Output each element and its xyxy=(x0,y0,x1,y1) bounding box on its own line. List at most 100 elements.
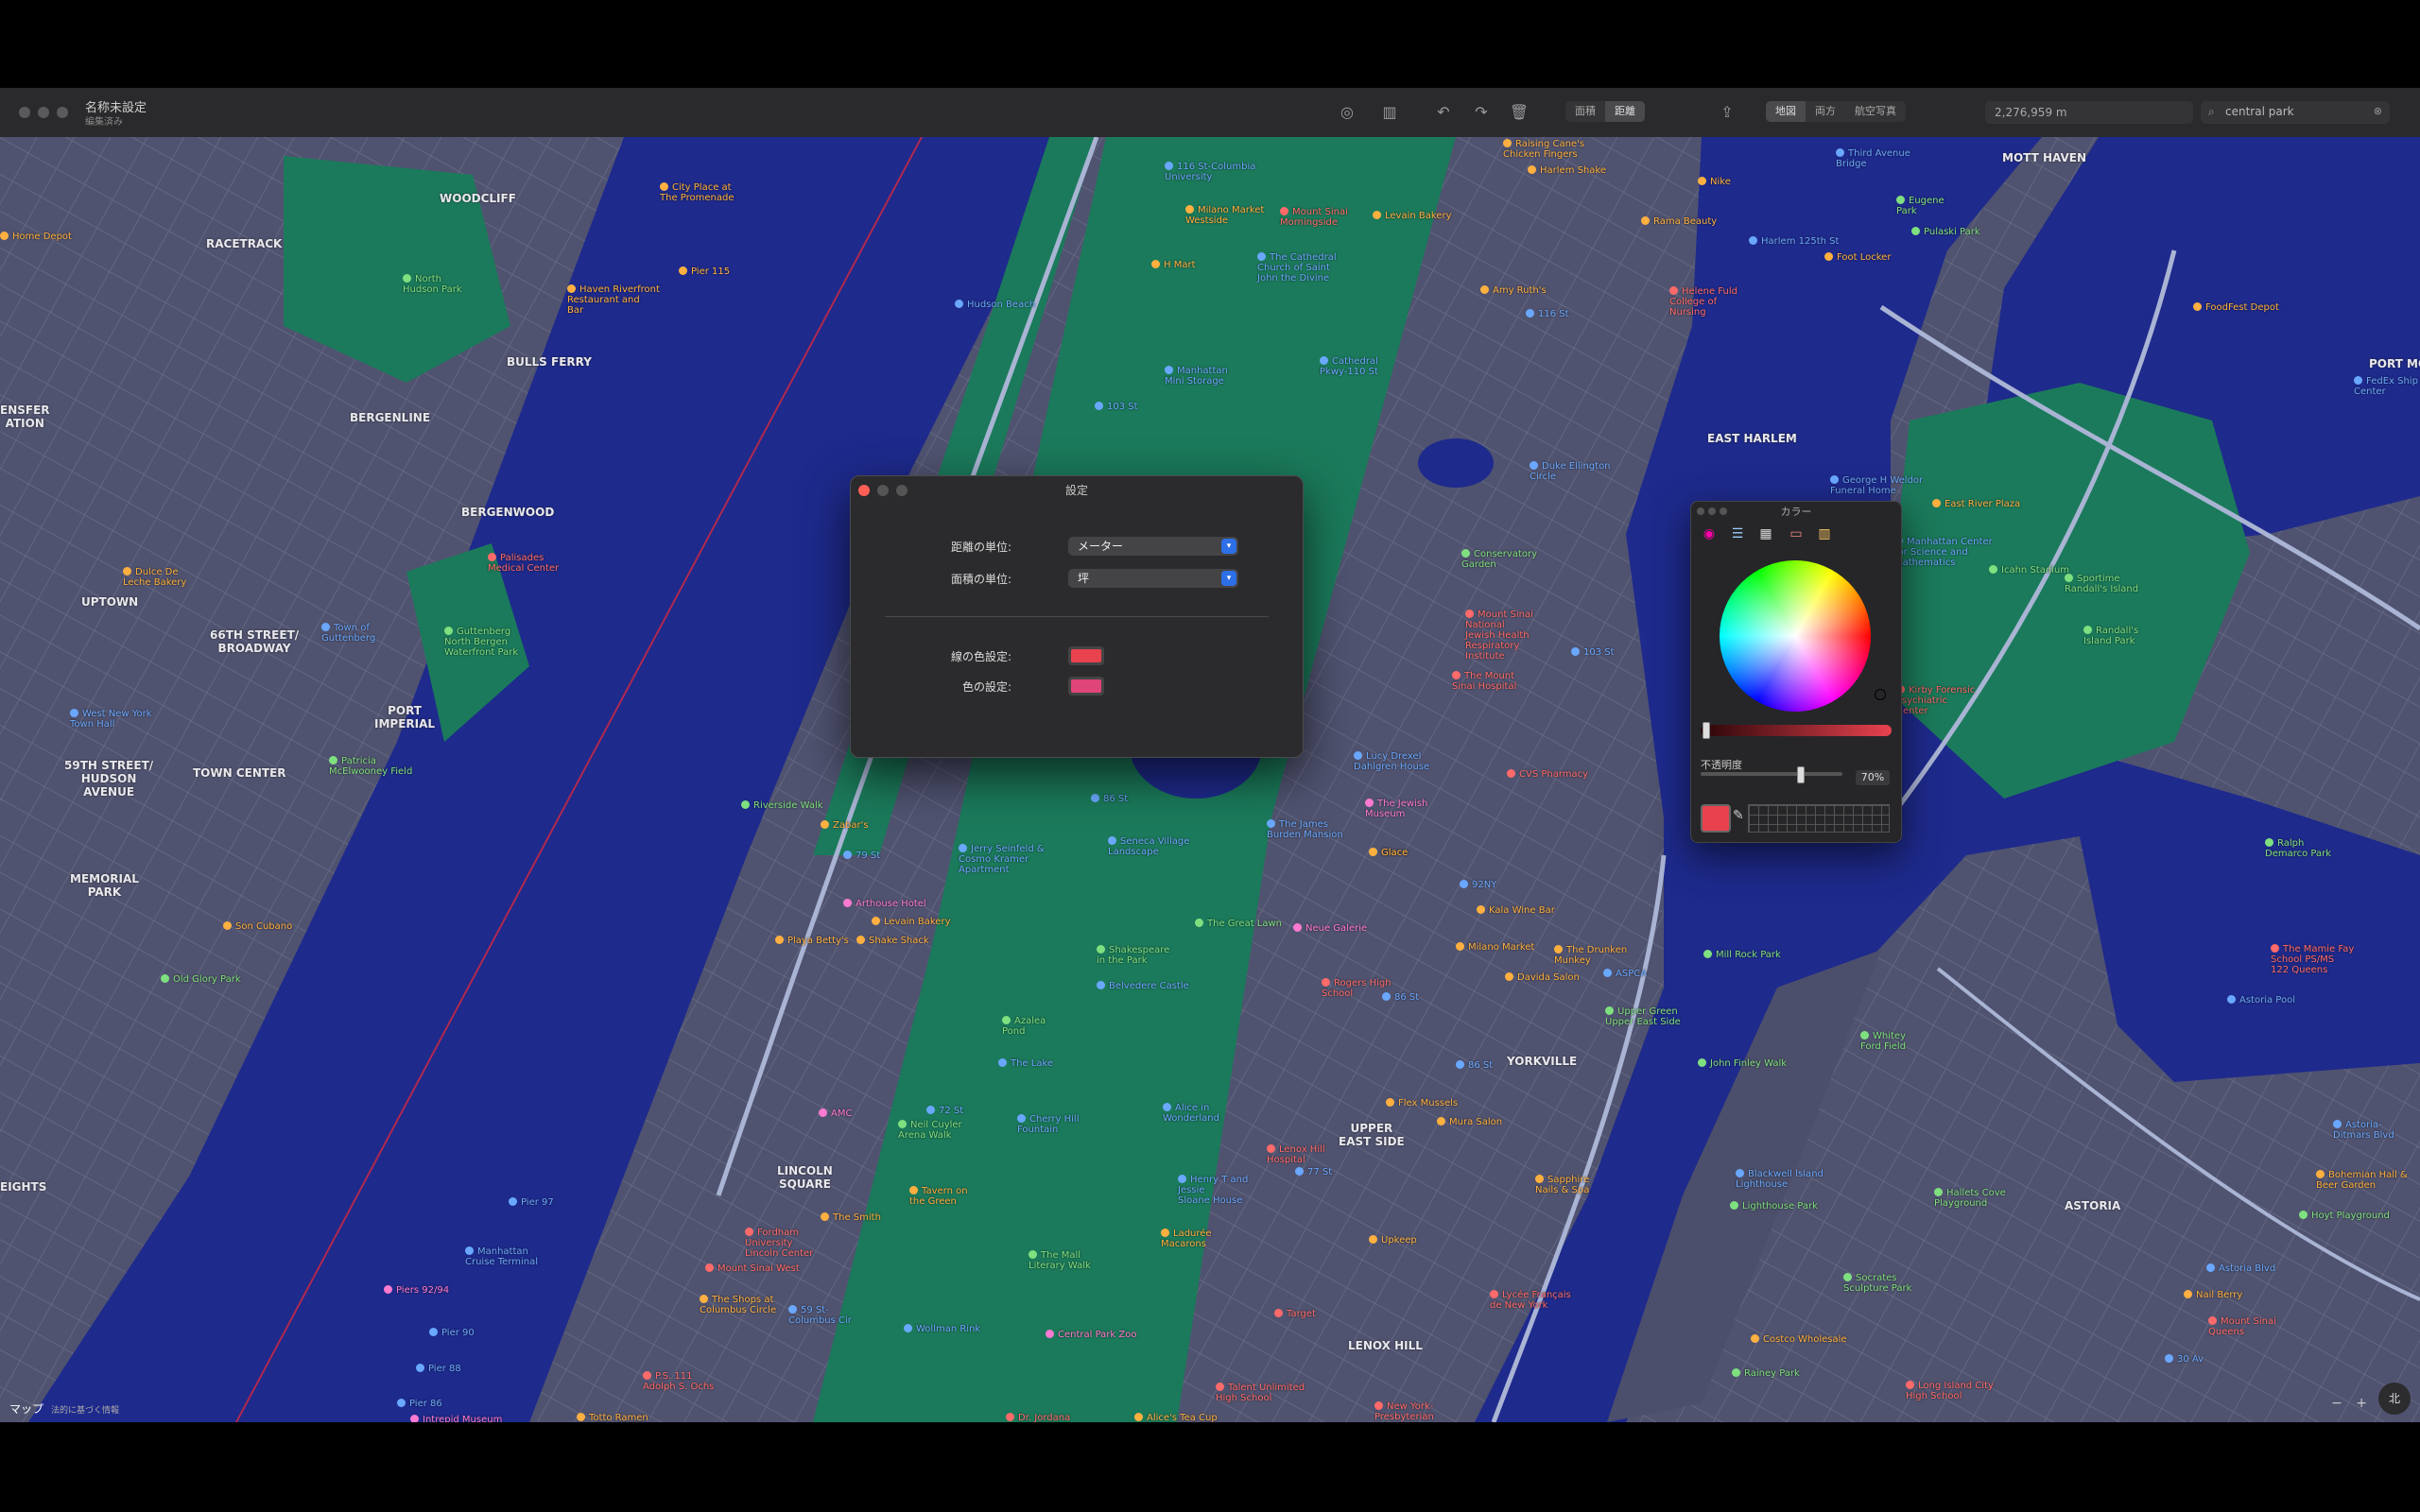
opacity-field[interactable]: 70% xyxy=(1856,770,1890,785)
poi-the-jewish-museum[interactable]: The Jewish Museum xyxy=(1365,799,1427,819)
fill-color-well[interactable] xyxy=(1068,677,1104,696)
poi-guttenberg-north-bergen-waterfront-park[interactable]: Guttenberg North Bergen Waterfront Park xyxy=(444,627,518,658)
poi-86-st[interactable]: 86 St xyxy=(1382,992,1419,1003)
poi-ladur-e-macarons[interactable]: Ladurée Macarons xyxy=(1161,1228,1212,1249)
poi-sportime-randall-s-island[interactable]: Sportime Randall's Island xyxy=(2065,574,2138,594)
poi-city-place-at-the-promenade[interactable]: City Place at The Promenade xyxy=(660,182,735,203)
poi-manhattan-center-for-science-and-mathematics[interactable]: Manhattan Center for Science and Mathema… xyxy=(1894,537,1993,568)
share-icon[interactable]: ⇪ xyxy=(1713,99,1741,124)
poi-levain-bakery[interactable]: Levain Bakery xyxy=(1373,211,1452,221)
poi-flex-mussels[interactable]: Flex Mussels xyxy=(1386,1098,1458,1108)
poi-neue-galerie[interactable]: Neue Galerie xyxy=(1293,923,1367,934)
map-type-segmented[interactable]: 地図 両方 航空写真 xyxy=(1766,101,1906,122)
search-field[interactable]: ⌕ central park ⊗ xyxy=(2201,101,2390,124)
poi-central-park-zoo[interactable]: Central Park Zoo xyxy=(1046,1330,1136,1340)
poi-costco-wholesale[interactable]: Costco Wholesale xyxy=(1751,1334,1847,1345)
poi-seneca-village-landscape[interactable]: Seneca Village Landscape xyxy=(1108,836,1189,857)
poi-lucy-drexel-dahlgren-house[interactable]: Lucy Drexel Dahlgren House xyxy=(1354,751,1429,772)
poi-72-st[interactable]: 72 St xyxy=(926,1106,963,1116)
poi-the-mall-literary-walk[interactable]: The Mall Literary Walk xyxy=(1028,1250,1091,1271)
poi-77-st[interactable]: 77 St xyxy=(1295,1167,1332,1177)
poi-dr-jordana[interactable]: Dr. Jordana xyxy=(1006,1413,1070,1422)
poi-duke-ellington-circle[interactable]: Duke Ellington Circle xyxy=(1530,461,1611,482)
poi-the-lake[interactable]: The Lake xyxy=(998,1058,1053,1069)
eyedropper-icon[interactable]: ✎ xyxy=(1733,808,1744,823)
map-type-map[interactable]: 地図 xyxy=(1766,101,1806,122)
poi-jerry-seinfeld-cosmo-kramer-apartment[interactable]: Jerry Seinfeld & Cosmo Kramer Apartment xyxy=(959,844,1045,875)
poi-east-river-plaza[interactable]: East River Plaza xyxy=(1932,499,2020,509)
poi-totto-ramen[interactable]: Totto Ramen xyxy=(577,1413,648,1422)
poi-86-st[interactable]: 86 St xyxy=(1456,1060,1493,1071)
poi-cherry-hill-fountain[interactable]: Cherry Hill Fountain xyxy=(1017,1114,1079,1135)
clear-search-icon[interactable]: ⊗ xyxy=(2374,105,2382,117)
poi-lenox-hill-hospital[interactable]: Lenox Hill Hospital xyxy=(1267,1144,1325,1165)
poi-the-mamie-fay-school-ps-ms-122-queens[interactable]: The Mamie Fay School PS/MS 122 Queens xyxy=(2271,944,2354,975)
poi-mount-sinai-queens[interactable]: Mount Sinai Queens xyxy=(2208,1316,2276,1337)
poi-the-smith[interactable]: The Smith xyxy=(821,1212,881,1223)
poi-new-york-presbyterian[interactable]: New York- Presbyterian xyxy=(1374,1401,1434,1422)
poi-john-finley-walk[interactable]: John Finley Walk xyxy=(1698,1058,1787,1069)
poi-zabar-s[interactable]: Zabar's xyxy=(821,820,869,831)
poi-icahn-stadium[interactable]: Icahn Stadium xyxy=(1989,565,2069,576)
poi-alice-s-tea-cup[interactable]: Alice's Tea Cup xyxy=(1134,1413,1218,1422)
poi-nike[interactable]: Nike xyxy=(1698,177,1731,187)
poi-davida-salon[interactable]: Davida Salon xyxy=(1505,972,1580,983)
poi-aspca[interactable]: ASPCA xyxy=(1603,969,1647,979)
poi-mount-sinai-morningside[interactable]: Mount Sinai Morningside xyxy=(1280,207,1348,228)
poi-92ny[interactable]: 92NY xyxy=(1460,880,1496,890)
zoom-in-button[interactable]: + xyxy=(2356,1396,2367,1411)
poi-playa-betty-s[interactable]: Playa Betty's xyxy=(775,936,849,946)
poi-hoyt-playground[interactable]: Hoyt Playground xyxy=(2299,1211,2390,1221)
poi-fedex-ship-center[interactable]: FedEx Ship Center xyxy=(2354,376,2418,397)
poi-79-st[interactable]: 79 St xyxy=(843,850,880,861)
compass-button[interactable]: 北 xyxy=(2378,1383,2411,1415)
poi-palisades-medical-center[interactable]: Palisades Medical Center xyxy=(488,553,559,574)
poi-mount-sinai-national-jewish-health-respiratory-institute[interactable]: Mount Sinai National Jewish Health Respi… xyxy=(1465,610,1533,662)
pencils-tab-icon[interactable]: ▥ xyxy=(1814,524,1835,543)
poi-116-st-columbia-university[interactable]: 116 St-Columbia University xyxy=(1165,162,1255,182)
map-view[interactable]: WOODCLIFF RACETRACK BULLS FERRY BERGENLINE B… xyxy=(0,137,2420,1422)
measure-mode-segmented[interactable]: 面積 距離 xyxy=(1565,101,1645,122)
poi-mura-salon[interactable]: Mura Salon xyxy=(1437,1117,1502,1127)
poi-foot-locker[interactable]: Foot Locker xyxy=(1824,252,1891,263)
poi-blackwell-island-lighthouse[interactable]: Blackwell Island Lighthouse xyxy=(1736,1169,1824,1190)
poi-pier-86[interactable]: Pier 86 xyxy=(397,1399,442,1409)
poi-kirby-forensic-psychiatric-center[interactable]: Kirby Forensic Psychiatric Center xyxy=(1896,685,1975,716)
poi-103-st[interactable]: 103 St xyxy=(1571,647,1615,658)
poi-arthouse-hotel[interactable]: Arthouse Hotel xyxy=(843,899,926,909)
poi-north-hudson-park[interactable]: North Hudson Park xyxy=(403,274,462,295)
color-wheel[interactable] xyxy=(1720,560,1886,712)
poi-the-mount-sinai-hospital[interactable]: The Mount Sinai Hospital xyxy=(1452,671,1516,692)
poi-neil-cuyler-arena-walk[interactable]: Neil Cuyler Arena Walk xyxy=(898,1120,962,1141)
poi-haven-riverfront-restaurant-and-bar[interactable]: Haven Riverfront Restaurant and Bar xyxy=(567,284,660,316)
poi-west-new-york-town-hall[interactable]: West New York Town Hall xyxy=(70,709,152,730)
poi-conservatory-garden[interactable]: Conservatory Garden xyxy=(1461,549,1537,570)
poi-harlem-125th-st[interactable]: Harlem 125th St xyxy=(1749,236,1839,247)
mode-distance[interactable]: 距離 xyxy=(1605,101,1645,122)
poi-harlem-shake[interactable]: Harlem Shake xyxy=(1528,165,1606,176)
current-color-well[interactable] xyxy=(1701,804,1731,833)
poi-intrepid-museum[interactable]: Intrepid Museum xyxy=(410,1415,502,1422)
poi-upkeep[interactable]: Upkeep xyxy=(1369,1235,1417,1246)
poi-glace[interactable]: Glace xyxy=(1369,848,1408,858)
minimize-window-button[interactable] xyxy=(38,107,49,118)
color-wheel-tab-icon[interactable]: ◉ xyxy=(1699,524,1720,543)
image-palettes-tab-icon[interactable]: ▭ xyxy=(1786,524,1806,543)
distance-unit-select[interactable]: メーター ▾ xyxy=(1068,537,1238,556)
poi-the-drunken-munkey[interactable]: The Drunken Munkey xyxy=(1554,945,1627,966)
poi-third-avenue-bridge[interactable]: Third Avenue Bridge xyxy=(1836,148,1910,169)
poi-shakespeare-in-the-park[interactable]: Shakespeare in the Park xyxy=(1097,945,1169,966)
poi-talent-unlimited-high-school[interactable]: Talent Unlimited High School xyxy=(1216,1383,1305,1403)
poi-riverside-walk[interactable]: Riverside Walk xyxy=(741,800,823,811)
poi-pier-97[interactable]: Pier 97 xyxy=(509,1197,554,1208)
poi-mount-sinai-west[interactable]: Mount Sinai West xyxy=(705,1263,800,1274)
poi-manhattan-cruise-terminal[interactable]: Manhattan Cruise Terminal xyxy=(465,1246,538,1267)
poi-hudson-beach[interactable]: Hudson Beach xyxy=(955,300,1035,310)
poi-cathedral-pkwy-110-st[interactable]: Cathedral Pkwy-110 St xyxy=(1320,356,1378,377)
compass-icon[interactable]: ◎ xyxy=(1333,99,1361,124)
poi-astoria-pool[interactable]: Astoria Pool xyxy=(2227,995,2295,1005)
undo-icon[interactable]: ↶ xyxy=(1429,99,1458,124)
mode-area[interactable]: 面積 xyxy=(1565,101,1605,122)
poi-wollman-rink[interactable]: Wollman Rink xyxy=(904,1324,980,1334)
poi-levain-bakery[interactable]: Levain Bakery xyxy=(872,917,951,927)
